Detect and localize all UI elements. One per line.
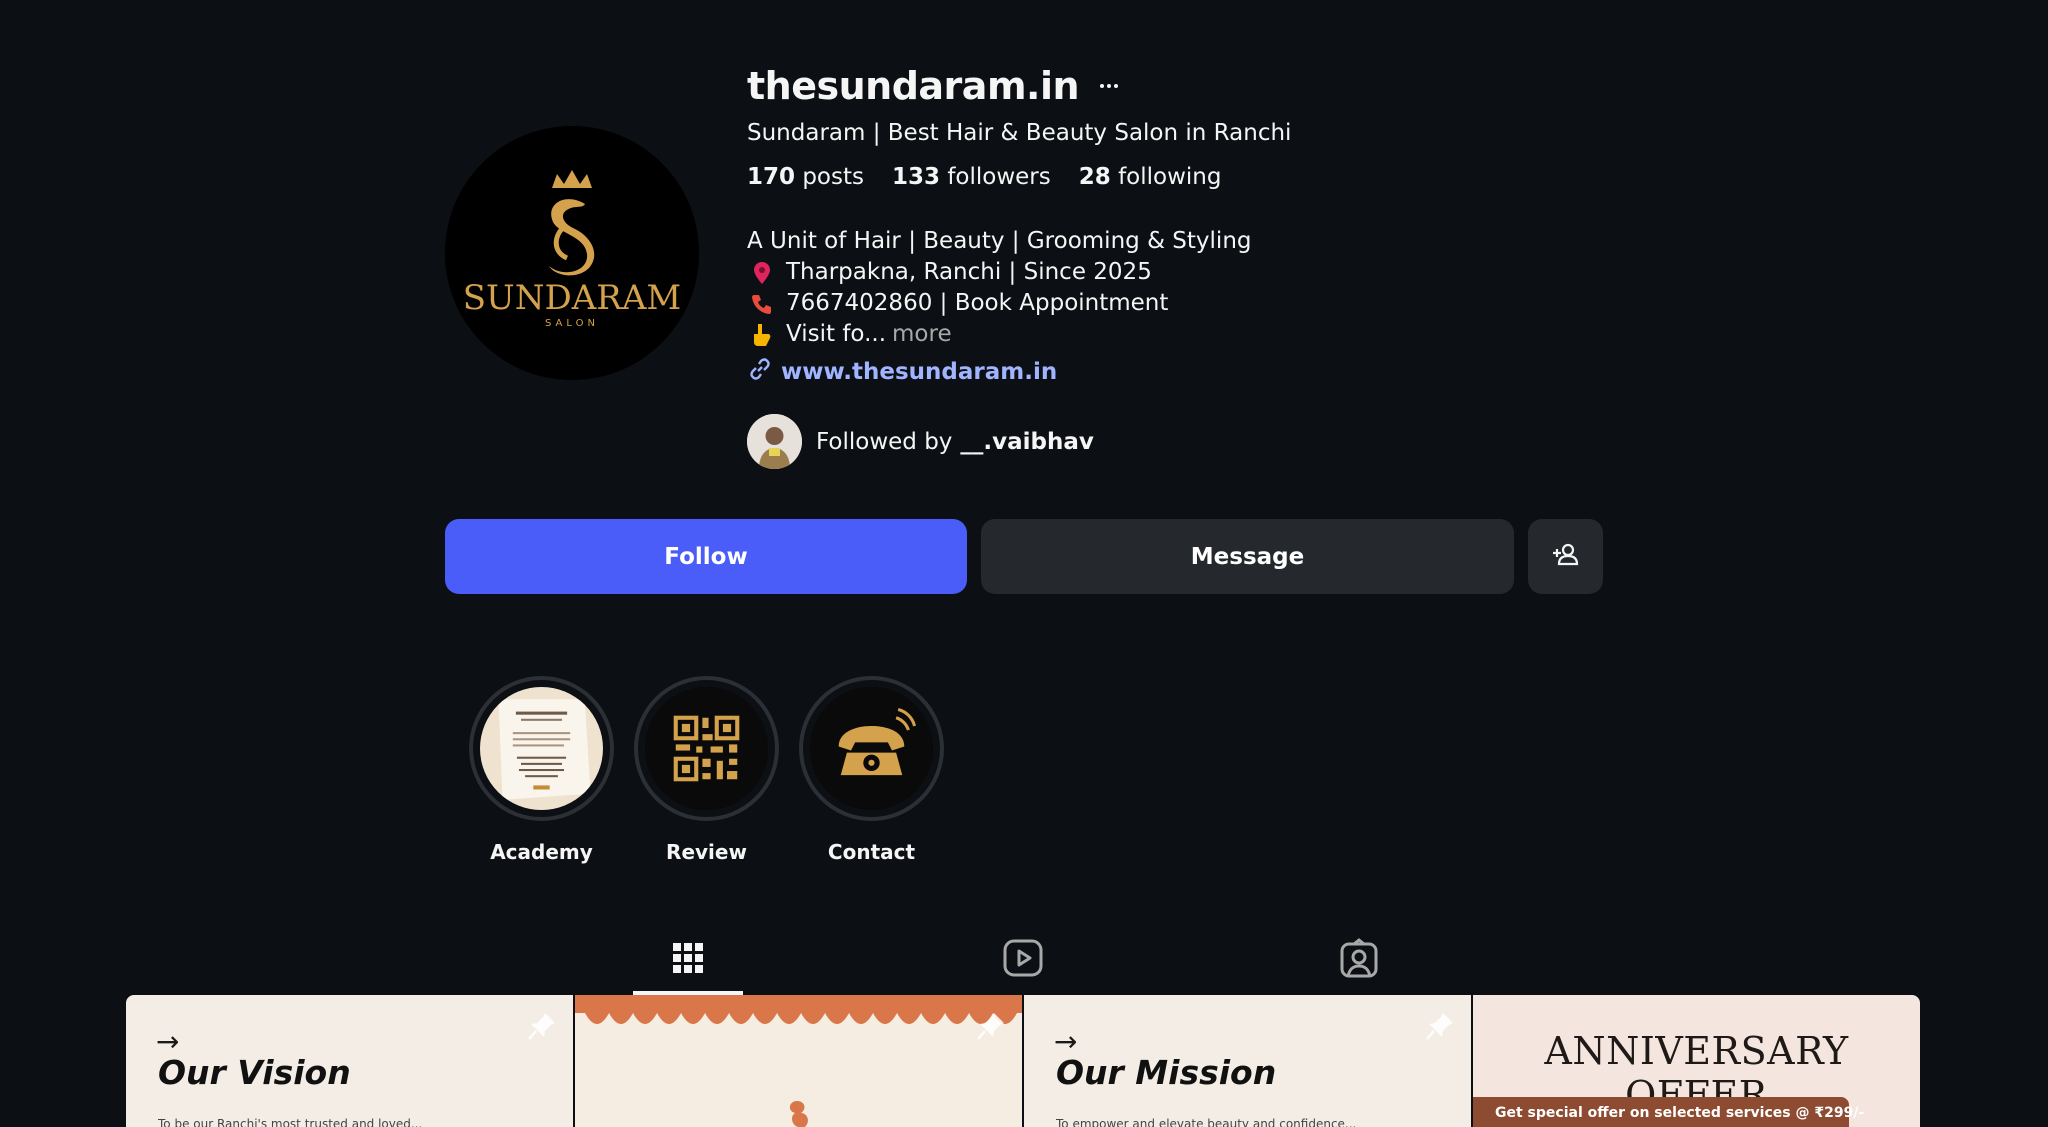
followed-by[interactable]: Followed by __.vaibhav <box>747 414 1447 469</box>
message-button[interactable]: Message <box>981 519 1514 594</box>
ellipsis-icon[interactable] <box>1099 76 1123 96</box>
highlight-label: Academy <box>490 840 593 864</box>
post-subtitle: To be our Ranchi's most trusted and love… <box>158 1117 423 1127</box>
post-tile[interactable] <box>575 995 1022 1127</box>
highlight-contact[interactable]: Contact <box>799 676 944 864</box>
full-name: Sundaram | Best Hair & Beauty Salon in R… <box>747 120 1292 146</box>
link-icon <box>747 356 773 388</box>
sundaram-logo: SUNDARAM SALON <box>445 126 699 380</box>
tab-tagged[interactable] <box>1304 925 1414 995</box>
username: thesundaram.in <box>747 64 1080 108</box>
highlight-review[interactable]: Review <box>634 676 779 864</box>
highlight-academy[interactable]: Academy <box>469 676 614 864</box>
follow-button[interactable]: Follow <box>445 519 967 594</box>
telephone-icon <box>810 687 933 810</box>
mandala-border-pattern <box>575 995 1022 1127</box>
post-title: Our Vision <box>158 1053 351 1092</box>
profile-header: thesundaram.in Sundaram | Best Hair & Be… <box>747 58 1447 469</box>
suggest-users-button[interactable] <box>1528 519 1603 594</box>
website-row: www.thesundaram.in <box>747 356 1447 388</box>
pinned-icon <box>527 1011 557 1045</box>
pointing-down-icon <box>747 322 777 348</box>
post-tile[interactable]: → Our Vision To be our Ranchi's most tru… <box>126 995 573 1127</box>
posts-grid: → Our Vision To be our Ranchi's most tru… <box>126 995 1920 1127</box>
bio-line-2: Tharpakna, Ranchi | Since 2025 <box>747 257 1447 288</box>
pinned-icon <box>976 1011 1006 1045</box>
post-tile[interactable]: → Our Mission To empower and elevate bea… <box>1024 995 1471 1127</box>
post-subtitle: To empower and elevate beauty and confid… <box>1056 1117 1357 1127</box>
website-link[interactable]: www.thesundaram.in <box>781 359 1057 385</box>
follower-avatar <box>747 414 802 469</box>
tab-posts[interactable] <box>633 925 743 995</box>
pin-icon <box>747 261 777 285</box>
avatar-sub-text: SALON <box>545 318 599 329</box>
following-stat[interactable]: 28 following <box>1079 164 1222 190</box>
bio-line-1: A Unit of Hair | Beauty | Grooming & Sty… <box>747 228 1252 254</box>
bio-line-3: 7667402860 | Book Appointment <box>747 288 1447 319</box>
bio: A Unit of Hair | Beauty | Grooming & Sty… <box>747 226 1447 350</box>
tab-reels[interactable] <box>968 925 1078 995</box>
profile-stats: 170 posts 133 followers 28 following <box>747 164 1447 190</box>
tagged-icon <box>1340 938 1378 982</box>
reels-icon <box>1003 939 1043 981</box>
bio-line-4: Visit fo... more <box>747 319 1447 350</box>
avatar-brand-text: SUNDARAM <box>463 278 681 318</box>
qr-code-icon <box>645 687 768 810</box>
offer-banner: Get special offer on selected services @… <box>1473 1097 1864 1127</box>
grid-icon <box>672 942 704 978</box>
bio-more-link[interactable]: more <box>892 319 952 350</box>
profile-page: SUNDARAM SALON thesundaram.in Sundaram |… <box>0 0 2048 1127</box>
profile-avatar[interactable]: SUNDARAM SALON <box>445 126 699 380</box>
followers-stat[interactable]: 133 followers <box>892 164 1051 190</box>
pinned-icon <box>1425 1011 1455 1045</box>
posts-stat: 170 posts <box>747 164 864 190</box>
post-title: Our Mission <box>1056 1053 1277 1092</box>
academy-cover <box>480 687 603 810</box>
post-tile[interactable]: ANNIVERSARY OFFER Get special offer on s… <box>1473 995 1920 1127</box>
highlight-label: Review <box>666 840 747 864</box>
add-user-icon <box>1552 542 1580 572</box>
phone-icon <box>747 292 777 316</box>
highlight-label: Contact <box>827 840 916 864</box>
